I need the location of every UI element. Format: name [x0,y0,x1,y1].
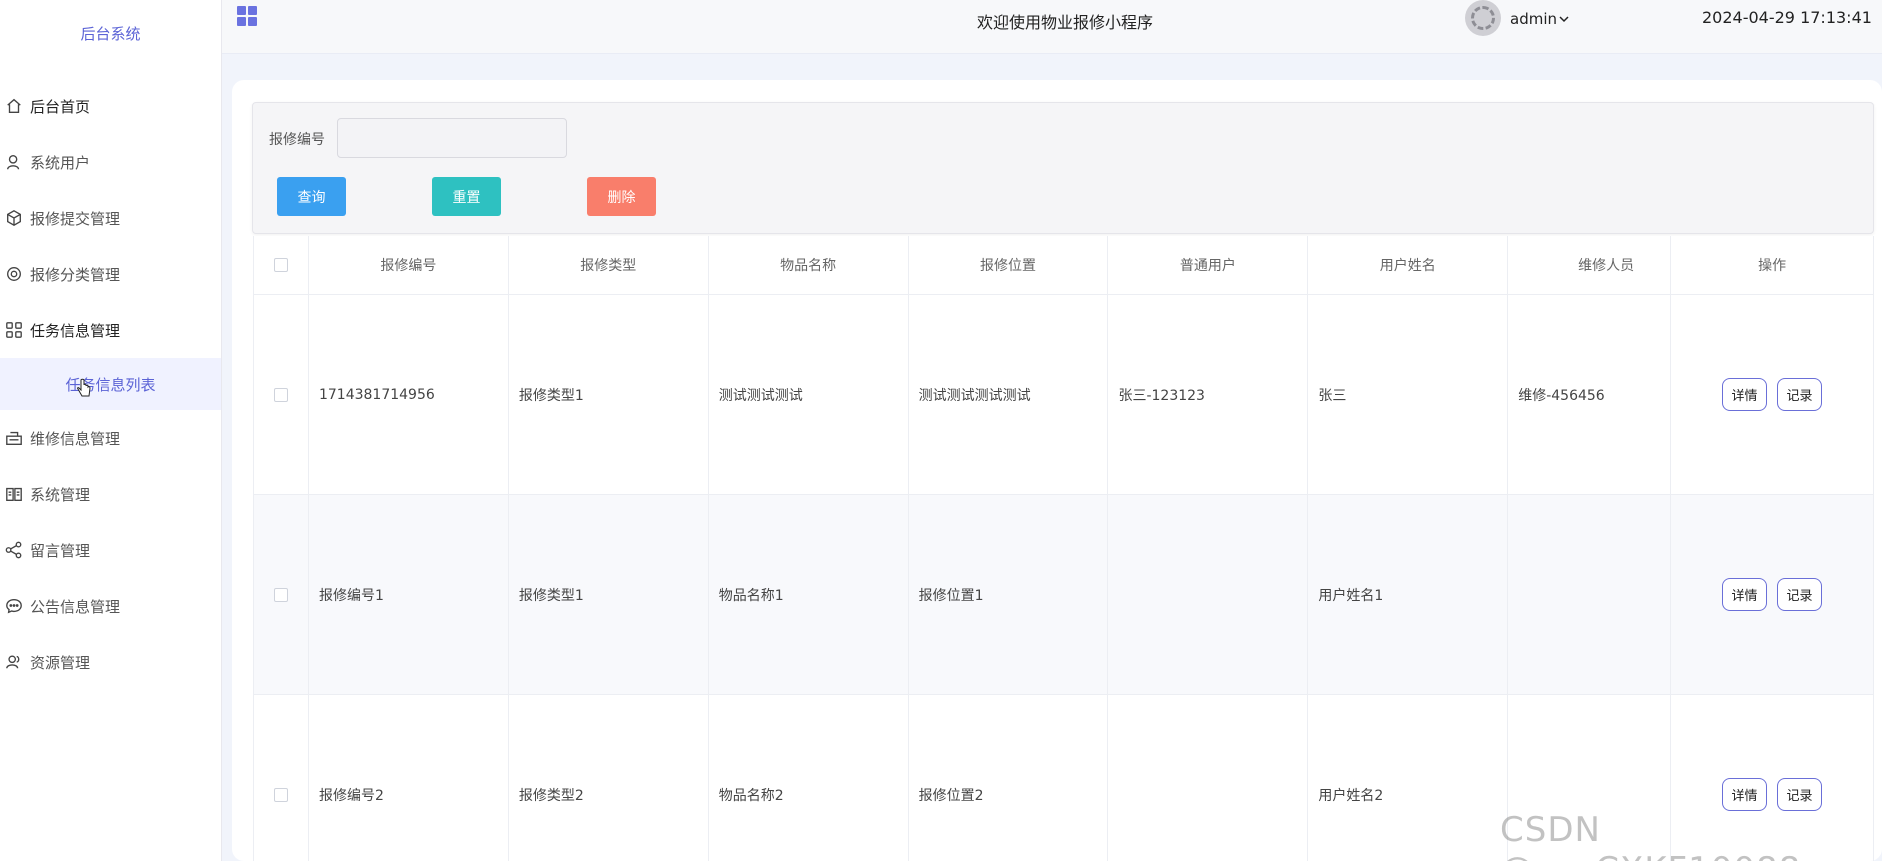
reset-button[interactable]: 重置 [432,177,501,216]
tray-icon [4,428,24,448]
row-checkbox[interactable] [273,387,288,402]
record-button[interactable]: 记录 [1777,778,1823,811]
gear-icon [4,264,24,284]
column-header[interactable]: 普通用户 [1108,236,1309,294]
table-cell: 报修位置2 [909,695,1109,861]
sidebar-item-home[interactable]: 后台首页 [0,78,221,134]
table-cell: 报修编号1 [309,495,509,694]
delete-button[interactable]: 删除 [587,177,656,216]
header-select-cell [254,236,309,294]
sidebar-item-resources[interactable]: 资源管理 [0,634,221,690]
book-icon [4,484,24,504]
chat-icon [4,596,24,616]
column-header: 操作 [1671,236,1875,294]
top-header: 欢迎使用物业报修小程序 admin 2024-04-29 17:13:41 [222,0,1882,54]
table-cell: 1714381714956 [309,295,509,494]
row-actions: 详情 记录 [1671,495,1874,694]
table-cell: 用户姓名1 [1308,495,1509,694]
table-cell [1508,495,1672,694]
select-all-checkbox[interactable] [273,258,288,272]
sidebar-item-repair-submit[interactable]: 报修提交管理 [0,190,221,246]
sidebar-item-announcements[interactable]: 公告信息管理 [0,578,221,634]
box-icon [4,208,24,228]
sidebar-item-messages[interactable]: 留言管理 [0,522,221,578]
detail-button[interactable]: 详情 [1722,578,1768,611]
repair-number-input[interactable] [337,118,567,158]
column-header[interactable]: 维修人员 [1508,236,1672,294]
detail-button[interactable]: 详情 [1722,778,1768,811]
sidebar-item-maintenance-info[interactable]: 维修信息管理 [0,410,221,466]
record-button[interactable]: 记录 [1777,578,1823,611]
avatar[interactable] [1465,0,1501,36]
user-icon [4,152,24,172]
table-cell: 报修编号2 [309,695,509,861]
row-select-cell [254,695,309,861]
table-header-row: 报修编号 报修类型 物品名称 报修位置 普通用户 用户姓名 维修人员 操作 [254,236,1875,295]
sidebar-item-label: 报修分类管理 [30,265,121,284]
table-cell [1108,695,1309,861]
column-header[interactable]: 用户姓名 [1308,236,1509,294]
table-cell: 报修位置1 [909,495,1109,694]
row-select-cell [254,495,309,694]
users-icon [4,652,24,672]
search-label: 报修编号 [269,132,325,148]
column-header[interactable]: 报修位置 [909,236,1109,294]
table-cell: 物品名称1 [709,495,909,694]
sidebar-item-label: 维修信息管理 [30,429,121,448]
column-header[interactable]: 物品名称 [709,236,909,294]
current-datetime: 2024-04-29 17:13:41 [1702,8,1872,27]
grid-icon [4,320,24,340]
row-checkbox[interactable] [273,587,288,602]
table-cell: 张三 [1308,295,1509,494]
table-cell [1108,495,1309,694]
table-cell: 张三-123123 [1108,295,1309,494]
sidebar-subitem-task-list[interactable]: 任务信息列表 [0,358,221,410]
column-header[interactable]: 报修编号 [309,236,509,294]
column-header[interactable]: 报修类型 [509,236,709,294]
sidebar-item-label: 系统用户 [30,153,91,172]
table-row[interactable]: 1714381714956 报修类型1 测试测试测试 测试测试测试测试 张三-1… [254,295,1874,495]
table-cell: 报修类型2 [509,695,709,861]
record-button[interactable]: 记录 [1777,378,1823,411]
table-row[interactable]: 报修编号1 报修类型1 物品名称1 报修位置1 用户姓名1 详情 记录 [254,495,1874,695]
table-cell: 测试测试测试 [709,295,909,494]
table-cell: 测试测试测试测试 [909,295,1109,494]
sidebar-item-label: 报修提交管理 [30,209,121,228]
menu-toggle-icon[interactable] [237,6,259,28]
user-dropdown[interactable]: admin [1510,10,1569,28]
table-cell: 维修-456456 [1508,295,1672,494]
sidebar-item-task-info[interactable]: 任务信息管理 [0,302,221,358]
brand-title: 后台系统 [80,24,141,43]
table-cell: 报修类型1 [509,295,709,494]
table-cell: 用户姓名2 [1308,695,1509,861]
detail-button[interactable]: 详情 [1722,378,1768,411]
query-button[interactable]: 查询 [277,177,346,216]
welcome-title: 欢迎使用物业报修小程序 [977,13,1154,32]
hand-cursor-icon [77,378,91,397]
home-icon [4,96,24,116]
row-checkbox[interactable] [273,787,288,802]
task-table: 报修编号 报修类型 物品名称 报修位置 普通用户 用户姓名 维修人员 操作 17… [253,236,1875,861]
sidebar-item-label: 留言管理 [30,541,91,560]
table-cell: 报修类型1 [509,495,709,694]
watermark-text: CSDN @vx_CXKF10088 [1500,810,1800,861]
sidebar-item-repair-category[interactable]: 报修分类管理 [0,246,221,302]
share-icon [4,540,24,560]
table-cell: 物品名称2 [709,695,909,861]
chevron-down-icon [1559,16,1569,23]
sidebar: 后台系统 后台首页 系统用户 报修提交管理 报修分类管理 任务信息管理 任务信息… [0,0,222,861]
sidebar-menu: 后台首页 系统用户 报修提交管理 报修分类管理 任务信息管理 任务信息列表 维修… [0,78,221,690]
sidebar-item-label: 公告信息管理 [30,597,121,616]
sidebar-item-label: 资源管理 [30,653,91,672]
sidebar-item-label: 任务信息管理 [30,321,121,340]
sidebar-item-system-users[interactable]: 系统用户 [0,134,221,190]
row-actions: 详情 记录 [1671,295,1874,494]
sidebar-item-system-management[interactable]: 系统管理 [0,466,221,522]
username: admin [1510,10,1557,28]
search-panel: 报修编号 查询 重置 删除 [252,102,1874,234]
sidebar-item-label: 后台首页 [30,97,91,116]
row-select-cell [254,295,309,494]
sidebar-item-label: 系统管理 [30,485,91,504]
